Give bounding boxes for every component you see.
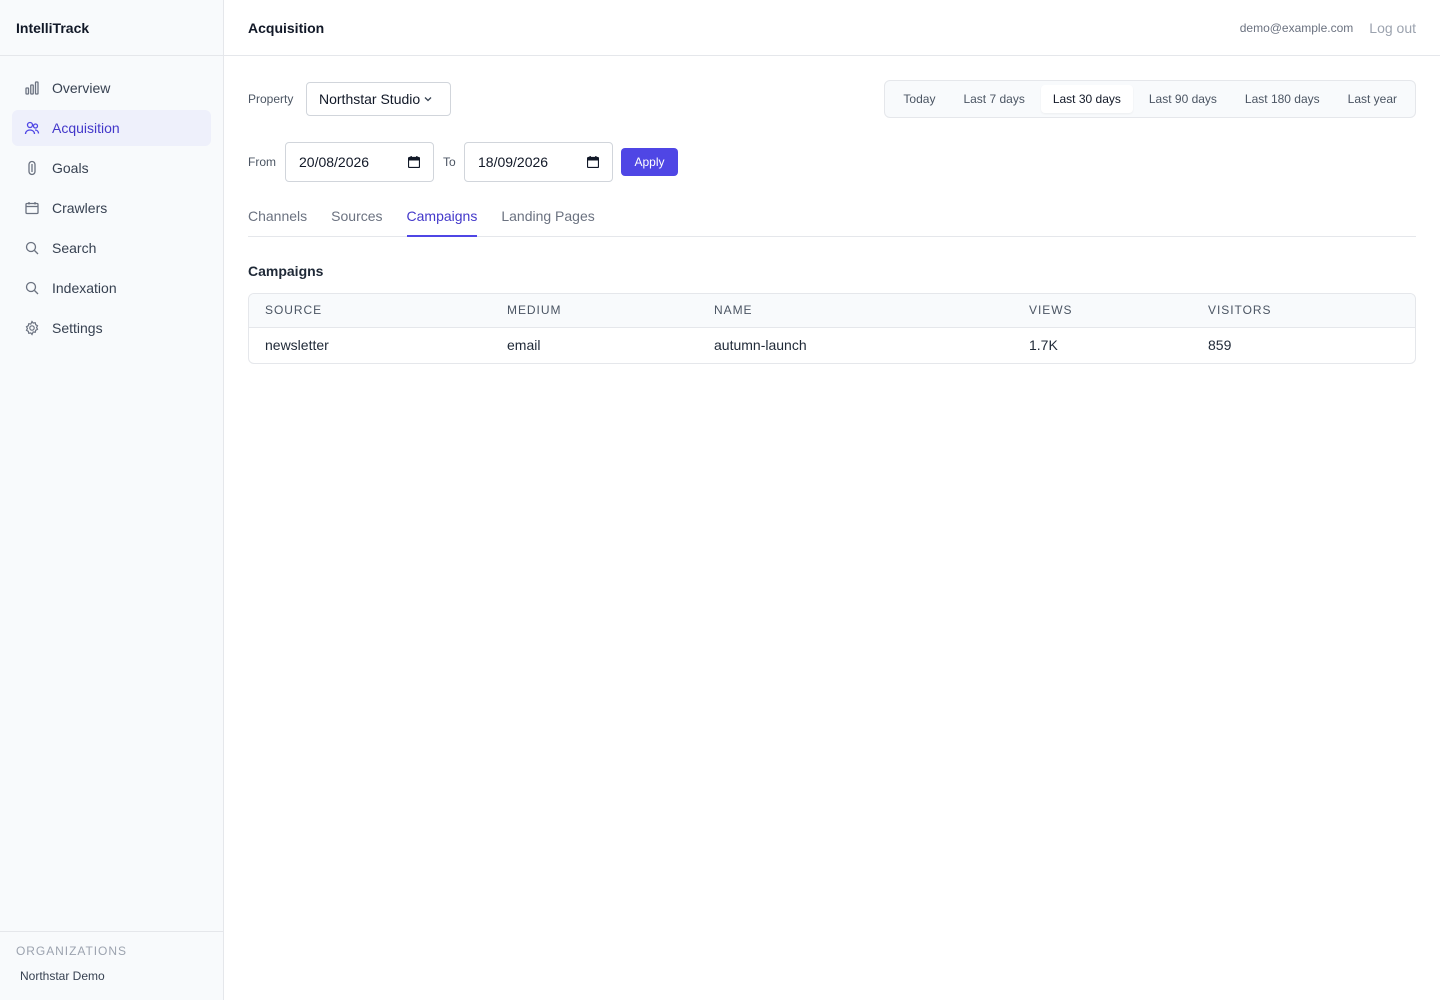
- app-logo[interactable]: IntelliTrack: [0, 0, 223, 56]
- table-row[interactable]: newsletter email autumn-launch 1.7K 859: [249, 327, 1415, 363]
- cell-medium: email: [507, 337, 541, 354]
- property-select-value: Northstar Studio: [319, 91, 421, 107]
- from-date-input[interactable]: 20/08/2026: [285, 142, 434, 182]
- chevron-down-icon: [423, 94, 433, 104]
- section-title: Campaigns: [248, 263, 324, 279]
- sidebar-item-label: Acquisition: [52, 120, 120, 136]
- sidebar-item-search[interactable]: Search: [12, 230, 211, 266]
- sidebar-item-label: Goals: [52, 160, 89, 176]
- range-last-90-days[interactable]: Last 90 days: [1137, 85, 1229, 113]
- organizations-section: ORGANIZATIONS Northstar Demo: [0, 931, 223, 1000]
- campaigns-table-container: SOURCE MEDIUM NAME VIEWS VISITORS newsle…: [248, 293, 1416, 364]
- sidebar-item-overview[interactable]: Overview: [12, 70, 211, 106]
- tab-campaigns[interactable]: Campaigns: [406, 204, 478, 237]
- cell-views: 1.7K: [1029, 337, 1058, 354]
- sidebar-item-acquisition[interactable]: Acquisition: [12, 110, 211, 146]
- logout-link[interactable]: Log out: [1369, 20, 1416, 36]
- column-header-visitors[interactable]: VISITORS: [1192, 294, 1415, 328]
- property-select[interactable]: Northstar Studio: [306, 82, 451, 116]
- from-date-value: 20/08/2026: [299, 154, 370, 170]
- sidebar-item-settings[interactable]: Settings: [12, 310, 211, 346]
- sidebar-item-label: Crawlers: [52, 200, 108, 216]
- from-label: From: [248, 155, 276, 169]
- cell-name: autumn-launch: [714, 337, 807, 354]
- column-header-source[interactable]: SOURCE: [249, 294, 491, 328]
- goal-icon: [24, 160, 40, 176]
- organization-item[interactable]: Northstar Demo: [16, 969, 207, 983]
- property-label: Property: [248, 92, 294, 106]
- tab-channels[interactable]: Channels: [248, 204, 307, 237]
- tab-landing-pages[interactable]: Landing Pages: [501, 204, 594, 237]
- search-icon: [24, 280, 40, 296]
- custom-date-row: From 20/08/2026 To 18/09/2026 Apply: [248, 142, 848, 182]
- tab-sources[interactable]: Sources: [331, 204, 382, 237]
- property-range-row: Property Northstar Studio Today Last 7 d…: [248, 80, 1416, 118]
- sidebar-item-goals[interactable]: Goals: [12, 150, 211, 186]
- bar-chart-icon: [24, 80, 40, 96]
- sidebar-item-label: Settings: [52, 320, 103, 336]
- acquisition-tabs: Channels Sources Campaigns Landing Pages: [248, 204, 1416, 237]
- apply-button[interactable]: Apply: [621, 148, 678, 176]
- column-header-name[interactable]: NAME: [698, 294, 1013, 328]
- sidebar-item-label: Overview: [52, 80, 111, 96]
- range-last-year[interactable]: Last year: [1336, 85, 1409, 113]
- range-last-30-days[interactable]: Last 30 days: [1040, 85, 1133, 113]
- range-last-180-days[interactable]: Last 180 days: [1233, 85, 1332, 113]
- user-email: demo@example.com: [1239, 20, 1354, 35]
- search-icon: [24, 240, 40, 256]
- cell-source: newsletter: [265, 337, 329, 354]
- top-header: Acquisition demo@example.com Log out: [224, 0, 1440, 56]
- calendar-icon[interactable]: [408, 156, 420, 168]
- sidebar-item-crawlers[interactable]: Crawlers: [12, 190, 211, 226]
- sidebar-nav: Overview Acquisition Goals Crawlers Sear…: [0, 56, 223, 364]
- calendar-icon[interactable]: [587, 156, 599, 168]
- organizations-heading: ORGANIZATIONS: [16, 944, 127, 958]
- column-header-medium[interactable]: MEDIUM: [491, 294, 698, 328]
- to-date-value: 18/09/2026: [478, 154, 549, 170]
- column-header-views[interactable]: VIEWS: [1013, 294, 1192, 328]
- users-icon: [24, 120, 40, 136]
- table-header-row: SOURCE MEDIUM NAME VIEWS VISITORS: [249, 294, 1415, 328]
- sidebar-item-indexation[interactable]: Indexation: [12, 270, 211, 306]
- page-title: Acquisition: [248, 19, 325, 36]
- campaigns-table: SOURCE MEDIUM NAME VIEWS VISITORS newsle…: [249, 294, 1415, 363]
- calendar-icon: [24, 200, 40, 216]
- range-last-7-days[interactable]: Last 7 days: [951, 85, 1036, 113]
- to-label: To: [443, 155, 456, 169]
- sidebar-item-label: Indexation: [52, 280, 117, 296]
- header-user-area: demo@example.com Log out: [1240, 20, 1416, 36]
- date-range-selector: Today Last 7 days Last 30 days Last 90 d…: [884, 80, 1416, 118]
- sidebar: IntelliTrack Overview Acquisition Goals …: [0, 0, 224, 1000]
- sidebar-item-label: Search: [52, 240, 97, 256]
- gear-icon: [24, 320, 40, 336]
- cell-visitors: 859: [1208, 337, 1232, 354]
- to-date-input[interactable]: 18/09/2026: [464, 142, 613, 182]
- range-today[interactable]: Today: [891, 85, 947, 113]
